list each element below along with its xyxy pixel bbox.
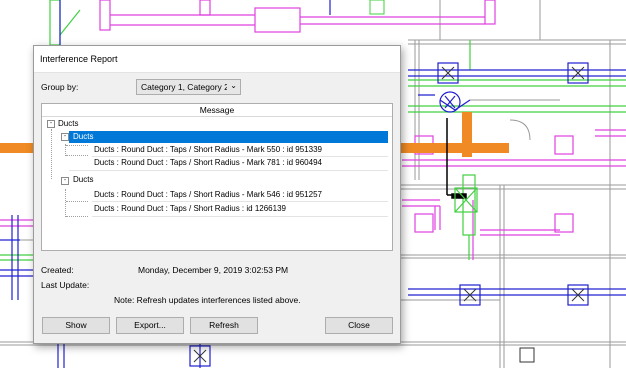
interference-report-dialog: Interference Report Group by: Category 1… [33,45,401,344]
group-by-label: Group by: [41,82,79,92]
tree-item-row[interactable]: Ducts : Round Duct : Taps / Short Radius… [92,189,388,201]
close-button[interactable]: Close [325,317,393,334]
tree-connector [51,129,52,179]
tree-item-row[interactable]: Ducts : Round Duct : Taps / Short Radius… [92,157,388,169]
tree-root-row[interactable]: - Ducts [46,118,386,130]
row-divider [69,170,388,171]
tree-item-row[interactable]: Ducts : Round Duct : Taps / Short Radius… [92,144,388,156]
group-by-value: Category 1, Category 2 [141,82,227,92]
export-button[interactable]: Export... [116,317,184,334]
row-divider [92,201,388,202]
tree-item-row[interactable]: Ducts : Round Duct : Taps / Short Radius… [92,203,388,215]
created-value: Monday, December 9, 2019 3:02:53 PM [138,265,289,275]
tree-root-label: Ducts [58,119,79,128]
tree-item-label: Ducts : Round Duct : Taps / Short Radius… [94,204,286,213]
message-column-header[interactable]: Message [42,104,392,117]
tree-connector [66,201,88,202]
tree-connector [66,145,88,146]
green-terminal [454,187,478,213]
group-by-select[interactable]: Category 1, Category 2 ⌄ [136,79,241,95]
dialog-title-bar[interactable]: Interference Report [34,46,400,73]
message-header-label: Message [199,105,235,115]
last-update-label: Last Update: [41,280,90,290]
expand-collapse-icon[interactable]: - [61,177,69,185]
tree-item-label: Ducts : Round Duct : Taps / Short Radius… [94,158,322,167]
dialog-title: Interference Report [40,54,118,64]
tree-group-row[interactable]: Ducts [69,174,388,186]
tree-connector [66,155,88,156]
refresh-button[interactable]: Refresh [190,317,258,334]
tree-connector [65,189,66,217]
expand-collapse-icon[interactable]: - [61,133,69,141]
created-label: Created: [41,265,74,275]
chevron-down-icon: ⌄ [230,81,237,90]
show-button[interactable]: Show [42,317,110,334]
refresh-note: Note: Refresh updates interferences list… [114,295,301,305]
tree-connector [66,216,88,217]
expand-collapse-icon[interactable]: - [47,120,55,128]
tree-item-label: Ducts : Round Duct : Taps / Short Radius… [94,145,322,154]
interference-tree[interactable]: Message - Ducts Ducts - Ducts : Round Du… [41,103,393,251]
tree-item-label: Ducts : Round Duct : Taps / Short Radius… [94,190,322,199]
row-divider [92,216,388,217]
tree-group2-label: Ducts [73,175,94,184]
tree-group-row-selected[interactable]: Ducts [69,131,388,143]
tree-group1-label: Ducts [73,132,94,141]
